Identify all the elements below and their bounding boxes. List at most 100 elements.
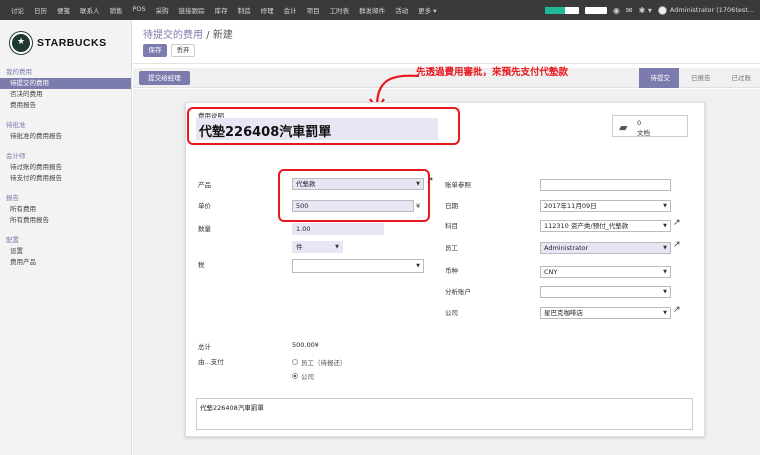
paid-by-employee-label: 员工（待报还） (301, 359, 347, 367)
menu-discuss[interactable]: 讨论 (6, 5, 29, 15)
sidebar-section-my-expenses: 我的费用 (6, 68, 32, 76)
chevron-down-icon: ▼ (663, 289, 667, 295)
save-button[interactable]: 保存 (143, 44, 167, 57)
sidebar-section-accountant: 会计师 (6, 152, 26, 160)
sidebar-item-refused-expenses[interactable]: 否决的费用 (0, 89, 131, 100)
stage-pipeline: 待提交 已报告 已过账 (638, 68, 760, 88)
menu-project[interactable]: 项目 (302, 5, 325, 15)
employee-select[interactable]: Administrator ▼ (540, 242, 671, 254)
stage-to-submit[interactable]: 待提交 (638, 68, 679, 88)
paid-by-company-radio[interactable]: 公司 (292, 371, 314, 381)
menu-calendar[interactable]: 日历 (29, 5, 52, 15)
quantity-input[interactable]: 1.00 (292, 223, 384, 235)
topbar-right: ◉ ✉ ✱ ▾ Administrator (1706test... (544, 0, 754, 20)
progress-bar-secondary (584, 6, 607, 14)
quantity-value: 1.00 (296, 225, 311, 233)
menu-inventory[interactable]: 库存 (210, 5, 233, 15)
documents-count: 0 (637, 119, 642, 127)
sidebar-item-reports-to-post[interactable]: 待过账的费用报告 (0, 162, 131, 173)
chevron-down-icon: ▼ (335, 244, 339, 250)
sidebar-item-all-expenses[interactable]: 所有费用 (0, 204, 131, 215)
menu-accounting[interactable]: 会计 (279, 5, 302, 15)
bill-reference-label: 账单参照 (445, 181, 471, 189)
date-value: 2017年11月09日 (544, 202, 597, 210)
analytic-account-select[interactable]: ▼ (540, 286, 671, 298)
app-menu: 讨论 日历 便笺 联系人 销售 POS 采购 链接跟踪 库存 制造 修理 会计 … (6, 5, 442, 15)
documents-button[interactable]: ▰ 0 文档 (612, 115, 688, 137)
chevron-down-icon: ▼ (416, 263, 420, 269)
top-navbar: 讨论 日历 便笺 联系人 销售 POS 采购 链接跟踪 库存 制造 修理 会计 … (0, 0, 760, 20)
sidebar-item-expense-products[interactable]: 费用产品 (0, 257, 131, 268)
stage-posted[interactable]: 已过账 (720, 68, 760, 88)
sidebar-item-reports-to-pay[interactable]: 待支付的费用报告 (0, 173, 131, 184)
menu-pos[interactable]: POS (128, 5, 151, 15)
camera-icon[interactable]: ◉ (613, 6, 620, 15)
sidebar-item-expense-reports[interactable]: 费用报告 (0, 100, 131, 111)
breadcrumb-separator: / (206, 30, 210, 41)
gear-icon[interactable]: ✱ ▾ (639, 6, 652, 15)
document-icon: ▰ (619, 121, 628, 134)
sidebar: STARBUCKS 我的费用 待提交的费用 否决的费用 费用报告 待批准 待批准… (0, 20, 132, 455)
bill-reference-input[interactable] (540, 179, 671, 191)
currency-select[interactable]: CNY ▼ (540, 266, 671, 278)
account-select[interactable]: 112310 资产类/预付_代墊款 ▼ (540, 220, 671, 232)
sidebar-item-expenses-to-submit[interactable]: 待提交的费用 (0, 78, 131, 89)
menu-repair[interactable]: 修理 (256, 5, 279, 15)
sidebar-section-reporting: 报告 (6, 194, 19, 202)
currency-label: 币种 (445, 267, 458, 275)
sidebar-item-settings[interactable]: 设置 (0, 246, 131, 257)
user-menu[interactable]: Administrator (1706test... (657, 5, 754, 15)
chevron-down-icon: ▼ (663, 203, 667, 209)
annotation-text: 先透過費用審批，來預先支付代墊款 (416, 67, 569, 78)
menu-more[interactable]: 更多 ▾ (413, 5, 441, 15)
brand-logo[interactable]: STARBUCKS (0, 20, 131, 58)
progress-bar[interactable] (544, 6, 579, 14)
sidebar-section-to-approve: 待批准 (6, 121, 26, 129)
brand-name: STARBUCKS (37, 37, 107, 49)
highlight-product-price (278, 169, 430, 222)
avatar (657, 5, 667, 15)
menu-notes[interactable]: 便笺 (52, 5, 75, 15)
highlight-description (187, 107, 460, 145)
chevron-down-icon: ▼ (663, 269, 667, 275)
menu-events[interactable]: 活动 (390, 5, 413, 15)
submit-to-manager-button[interactable]: 提交给经理 (139, 71, 190, 85)
paid-by-employee-radio[interactable]: 员工（待报还） (292, 357, 347, 367)
paid-by-label: 由...支付 (198, 358, 224, 366)
breadcrumb-parent[interactable]: 待提交的费用 (143, 30, 203, 41)
tax-label: 税 (198, 261, 205, 269)
chat-icon[interactable]: ✉ (626, 6, 633, 15)
employee-external-link-icon[interactable]: ↗ (673, 240, 681, 250)
sidebar-item-reports-to-approve[interactable]: 待批准的费用报告 (0, 131, 131, 142)
uom-select[interactable]: 件 ▼ (292, 241, 343, 253)
breadcrumb-current: 新建 (212, 30, 233, 41)
menu-purchase[interactable]: 采购 (151, 5, 174, 15)
menu-timesheet[interactable]: 工时表 (325, 5, 355, 15)
company-select[interactable]: 星巴克咖啡店 ▼ (540, 307, 671, 319)
paid-by-company-label: 公司 (301, 373, 314, 381)
menu-link-tracker[interactable]: 链接跟踪 (174, 5, 210, 15)
employee-label: 员工 (445, 244, 458, 252)
notes-textarea[interactable]: 代墊226408汽車罰單 (196, 398, 693, 430)
user-name: Administrator (1706test... (669, 6, 754, 14)
account-external-link-icon[interactable]: ↗ (673, 218, 681, 228)
discard-button[interactable]: 丢弃 (171, 44, 195, 57)
employee-value: Administrator (544, 244, 589, 252)
chevron-down-icon: ▼ (663, 310, 667, 316)
sidebar-item-all-expense-reports[interactable]: 所有费用报告 (0, 215, 131, 226)
chevron-down-icon: ▼ (663, 245, 667, 251)
documents-label: 文档 (637, 129, 650, 137)
menu-mass-mailing[interactable]: 群发邮件 (354, 5, 390, 15)
date-input[interactable]: 2017年11月09日 ▼ (540, 200, 671, 212)
currency-value: CNY (544, 268, 558, 276)
menu-sales[interactable]: 销售 (105, 5, 128, 15)
stage-reported[interactable]: 已报告 (679, 68, 720, 88)
company-external-link-icon[interactable]: ↗ (673, 305, 681, 315)
menu-manufacturing[interactable]: 制造 (233, 5, 256, 15)
main-content: 待提交的费用 / 新建 保存 丢弃 提交给经理 待提交 已报告 已过账 先透過費… (133, 20, 760, 455)
breadcrumb: 待提交的费用 / 新建 (143, 26, 233, 41)
menu-contacts[interactable]: 联系人 (75, 5, 105, 15)
progress-fill (544, 6, 566, 14)
radio-unselected-icon (292, 359, 298, 365)
tax-select[interactable]: ▼ (292, 259, 424, 273)
